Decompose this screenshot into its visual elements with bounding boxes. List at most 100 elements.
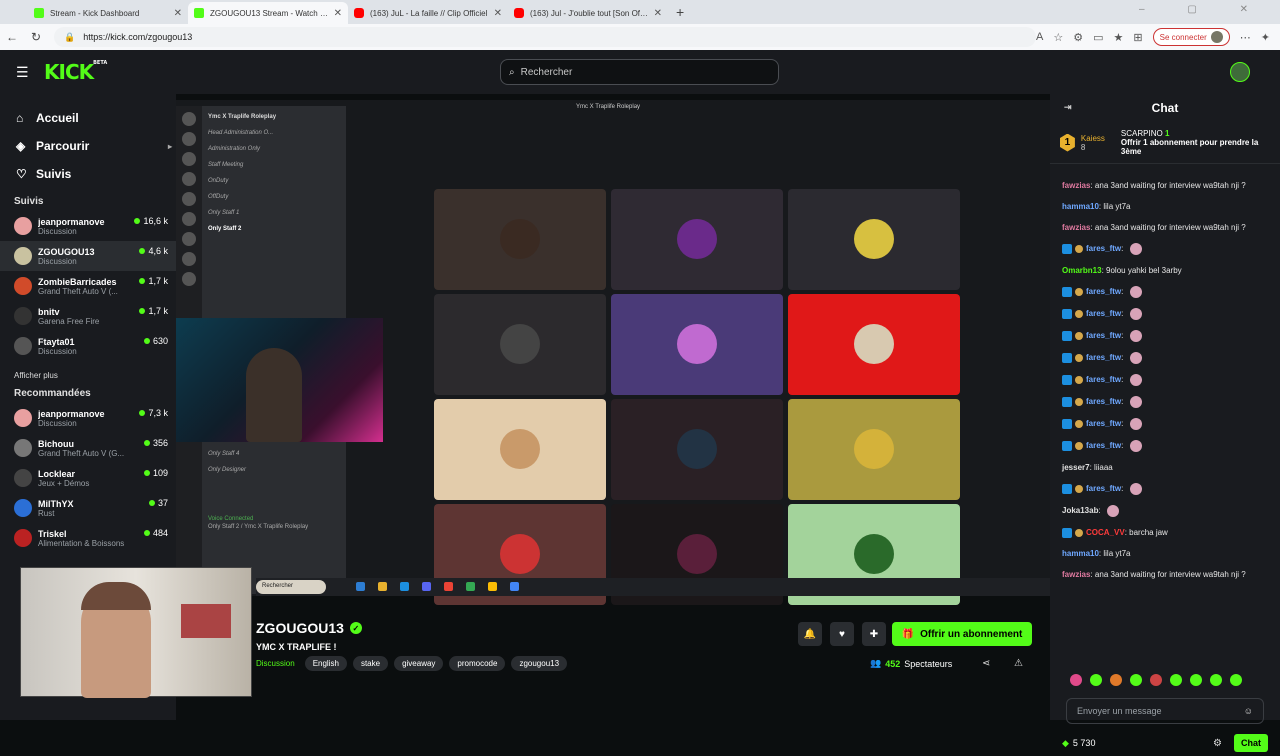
copilot-icon[interactable]: ✦ (1261, 31, 1270, 44)
extensions-icon[interactable]: ⚙ (1073, 31, 1083, 44)
notification-bell-icon[interactable]: 🔔 (798, 622, 822, 646)
stream-tag[interactable]: promocode (449, 656, 506, 671)
chat-settings-icon[interactable]: ⚙ (1213, 738, 1222, 749)
emote-icon[interactable] (1130, 674, 1142, 686)
chat-username[interactable]: fares_ftw (1086, 484, 1121, 493)
emote-icon[interactable] (1110, 674, 1122, 686)
sidebar-channel[interactable]: Ftayta01 Discussion 630 (0, 331, 176, 361)
chat-username[interactable]: fawzias (1062, 570, 1090, 579)
stream-tag[interactable]: stake (352, 656, 389, 671)
sidebar-nav-1[interactable]: ◈ Parcourir ▸ (16, 132, 176, 160)
emote-icon[interactable] (1210, 674, 1222, 686)
video-player[interactable]: Ymc X Traplife Roleplay Ymc X Traplife R… (176, 100, 1050, 605)
chat-username[interactable]: Joka13ab (1062, 506, 1098, 515)
chat-username[interactable]: fares_ftw (1086, 331, 1121, 340)
close-tab-icon[interactable]: ✕ (174, 8, 182, 19)
sidebar-channel[interactable]: MilThYX Rust 37 (0, 493, 176, 523)
emote-icon[interactable] (1170, 674, 1182, 686)
report-icon[interactable]: ⚠ (1014, 658, 1023, 669)
search-input[interactable]: ⌕ Rechercher (500, 59, 779, 85)
browser-tab[interactable]: (163) Jul - J'oublie tout [Son Officiel]… (508, 2, 668, 24)
chat-message-input[interactable]: Envoyer un message ☺ (1066, 698, 1264, 724)
channel-info: Bichouu Grand Theft Auto V (G... (38, 439, 144, 458)
channel-points[interactable]: ◆ 5 730 (1062, 738, 1095, 749)
participant-avatar (677, 429, 717, 469)
send-chat-button[interactable]: Chat (1234, 734, 1268, 752)
split-screen-icon[interactable]: ▭ (1093, 31, 1103, 44)
gifter-badge-icon (1075, 398, 1083, 406)
favorites-icon[interactable]: ★ (1114, 31, 1124, 44)
chat-username[interactable]: fares_ftw (1086, 309, 1121, 318)
profile-avatar (1210, 31, 1223, 43)
emote-icon[interactable] (1090, 674, 1102, 686)
heart-icon: ♡ (16, 167, 27, 181)
chat-username[interactable]: fares_ftw (1086, 287, 1121, 296)
kick-logo[interactable]: KICKBETA (44, 60, 107, 84)
sign-in-button[interactable]: Se connecter (1152, 28, 1230, 46)
emote-icon[interactable] (1190, 674, 1202, 686)
stream-tag[interactable]: English (304, 656, 347, 671)
user-avatar[interactable] (1230, 62, 1250, 82)
emoji-icon[interactable]: ☺ (1244, 706, 1253, 716)
sidebar-channel[interactable]: Locklear Jeux + Démos 109 (0, 463, 176, 493)
chat-username[interactable]: fares_ftw (1086, 375, 1121, 384)
browser-tab[interactable]: (163) JuL - La faille // Clip Officiel ✕ (348, 2, 508, 24)
sidebar-channel[interactable]: Bichouu Grand Theft Auto V (G... 356 (0, 433, 176, 463)
emote-icon[interactable] (1230, 674, 1242, 686)
gifter-badge-icon (1075, 420, 1083, 428)
new-tab-button[interactable]: + (668, 4, 692, 24)
gift-subscription-button[interactable]: 🎁 Offrir un abonnement (892, 622, 1032, 646)
show-more-link[interactable]: Afficher plus (14, 371, 176, 380)
sidebar-channel[interactable]: jeanpormanove Discussion 16,6 k (0, 211, 176, 241)
chat-username[interactable]: Omarbn13 (1062, 266, 1102, 275)
chat-username[interactable]: fares_ftw (1086, 353, 1121, 362)
chat-username[interactable]: hamma10 (1062, 549, 1099, 558)
collapse-chat-icon[interactable]: ⇥ (1064, 102, 1072, 113)
stream-tag[interactable]: giveaway (394, 656, 444, 671)
url-field[interactable]: 🔒 https://kick.com/zgougou13 (54, 27, 1037, 47)
chat-username[interactable]: jesser7 (1062, 463, 1090, 472)
chat-username[interactable]: fares_ftw (1086, 244, 1121, 253)
gift-icon[interactable]: ✚ (862, 622, 886, 646)
chat-message: fares_ftw: (1062, 286, 1268, 298)
sidebar-channel[interactable]: bnitv Garena Free Fire 1,7 k (0, 301, 176, 331)
channel-name[interactable]: ZGOUGOU13 ✓ (256, 620, 362, 636)
chat-username[interactable]: fawzias (1062, 181, 1090, 190)
chat-username[interactable]: fares_ftw (1086, 397, 1121, 406)
sidebar-nav-0[interactable]: ⌂ Accueil (16, 104, 176, 132)
stream-tag[interactable]: zgougou13 (511, 656, 568, 671)
sidebar-nav-2[interactable]: ♡ Suivis (16, 160, 176, 188)
close-tab-icon[interactable]: ✕ (334, 8, 342, 19)
collections-icon[interactable]: ⊞ (1133, 31, 1142, 44)
chat-username[interactable]: fawzias (1062, 223, 1090, 232)
more-icon[interactable]: ⋯ (1240, 31, 1251, 44)
sidebar-channel[interactable]: ZGOUGOU13 Discussion 4,6 k (0, 241, 176, 271)
sidebar-channel[interactable]: Triskel Alimentation & Boissons 484 (0, 523, 176, 553)
emote-icon[interactable] (1150, 674, 1162, 686)
chat-username[interactable]: fares_ftw (1086, 419, 1121, 428)
emote-heart-icon[interactable] (1070, 674, 1082, 686)
window-controls[interactable]: – ▢ ✕ (1139, 4, 1268, 15)
browser-tab[interactable]: Stream - Kick Dashboard ✕ (28, 2, 188, 24)
chat-username[interactable]: COCA_VV (1086, 528, 1125, 537)
kick-page: ☰ KICKBETA ⌕ Rechercher ⌂ Accueil ◈ Parcouri… (0, 50, 1280, 752)
viewer-number: 7,3 k (148, 408, 168, 418)
share-icon[interactable]: ⋖ (982, 658, 990, 669)
reload-icon[interactable]: ↻ (24, 30, 48, 44)
channel-category: Discussion (38, 256, 77, 266)
close-tab-icon[interactable]: ✕ (654, 8, 662, 19)
follow-heart-icon[interactable]: ♥ (830, 622, 854, 646)
category-link[interactable]: Discussion (256, 659, 295, 668)
back-icon[interactable]: ← (0, 30, 24, 44)
browser-tab[interactable]: ZGOUGOU13 Stream - Watch Live ✕ (188, 2, 348, 24)
chat-username[interactable]: fares_ftw (1086, 441, 1121, 450)
menu-icon[interactable]: ☰ (16, 64, 32, 81)
sidebar-channel[interactable]: ZombieBarricades Grand Theft Auto V (... 1… (0, 271, 176, 301)
close-tab-icon[interactable]: ✕ (494, 8, 502, 19)
chat-username[interactable]: hamma10 (1062, 202, 1099, 211)
favorite-star-icon[interactable]: ☆ (1053, 31, 1063, 44)
read-aloud-icon[interactable]: A (1036, 31, 1043, 43)
gifter-badge-icon (1075, 310, 1083, 318)
chat-message: fares_ftw: (1062, 352, 1268, 364)
sidebar-channel[interactable]: jeanpormanove Discussion 7,3 k (0, 403, 176, 433)
